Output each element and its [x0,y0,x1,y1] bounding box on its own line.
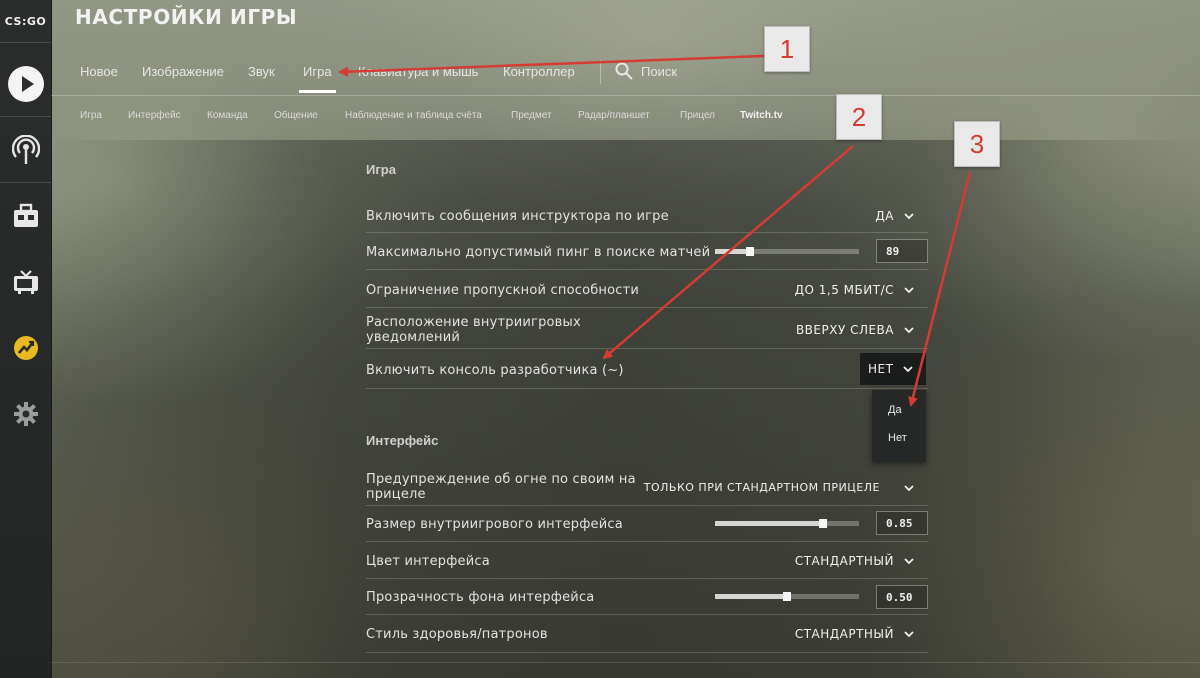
dropdown-value-text: ДА [875,209,894,223]
annotation-badge-2: 2 [836,94,882,140]
setting-label: Стиль здоровья/патронов [366,627,548,642]
tv-icon[interactable] [0,266,51,298]
chevron-down-icon [904,287,914,294]
chevron-down-icon [903,366,914,373]
setting-row[interactable]: Включить сообщения инструктора по игре Д… [366,200,928,233]
settings-gear-icon[interactable] [0,398,51,430]
search-button[interactable]: Поиск [615,62,677,80]
stats-icon[interactable] [0,332,51,364]
dropdown-value[interactable]: ВВЕРХУ СЛЕВА [796,323,914,337]
chevron-down-icon [904,327,914,334]
setting-label: Ограничение пропускной способности [366,283,640,298]
sidebar-divider [0,42,51,43]
setting-label: Максимально допустимый пинг в поиске мат… [366,245,711,260]
play-icon[interactable] [0,63,51,105]
search-label: Поиск [641,63,678,79]
subtab-spectator-scoreboard[interactable]: Наблюдение и таблица счёта [345,110,482,121]
dropdown-value-text: СТАНДАРТНЫЙ [794,554,894,568]
subtab-radar[interactable]: Радар/планшет [578,110,650,121]
row-divider [366,652,928,653]
chevron-down-icon [904,213,914,220]
nav-separator [600,60,601,84]
slider-knob[interactable] [819,519,827,528]
setting-row[interactable]: Предупреждение об огне по своим на прице… [366,467,928,506]
dropdown-value[interactable]: СТАНДАРТНЫЙ [795,554,914,568]
hud-scale-slider[interactable] [715,519,859,528]
setting-row: Размер внутриигрового интерфейса 0.85 [366,506,928,542]
slider-knob[interactable] [783,592,791,601]
annotation-badge-3: 3 [954,121,1000,167]
setting-label: Расположение внутриигровых уведомлений [366,315,581,345]
tab-video[interactable]: Изображение [142,64,224,79]
setting-row: Максимально допустимый пинг в поиске мат… [366,233,928,270]
subtab-crosshair[interactable]: Прицел [680,110,715,121]
hud-alpha-value-input[interactable]: 0.50 [876,585,928,609]
setting-label: Предупреждение об огне по своим на прице… [366,472,636,502]
chevron-down-icon [904,484,914,491]
setting-row[interactable]: Расположение внутриигровых уведомлений В… [366,308,928,349]
dropdown-value-text: ДО 1,5 МБИТ/С [794,283,894,297]
setting-label: Прозрачность фона интерфейса [366,590,595,605]
hud-alpha-slider[interactable] [715,592,859,601]
setting-row[interactable]: Цвет интерфейса СТАНДАРТНЫЙ [366,542,928,579]
hud-scale-value-input[interactable]: 0.85 [876,511,928,535]
subtab-twitch[interactable]: Twitch.tv [740,110,783,121]
subtab-game[interactable]: Игра [80,110,102,121]
tab-new[interactable]: Новое [80,64,118,79]
row-divider [366,388,928,389]
sidebar-divider [0,116,51,117]
setting-label: Включить консоль разработчика (~) [366,363,624,378]
subtab-item[interactable]: Предмет [511,110,552,121]
inventory-icon[interactable] [0,200,51,232]
broadcast-icon[interactable] [0,134,51,166]
dropdown-value-text: НЕТ [868,362,894,376]
section-title-interface: Интерфейс [366,433,439,448]
dropdown-value[interactable]: СТАНДАРТНЫЙ [795,627,914,641]
slider-knob[interactable] [745,247,754,256]
dropdown-value-text: ТОЛЬКО ПРИ СТАНДАРТНОМ ПРИЦЕЛЕ [643,481,880,494]
dropdown-option-yes[interactable]: Да [888,404,902,416]
tab-keyboard-mouse[interactable]: Клавиатура и мышь [358,64,478,79]
ping-slider[interactable] [715,247,859,256]
chevron-down-icon [904,631,914,638]
sidebar-divider [0,182,51,183]
footer-divider [51,662,1200,663]
setting-label: Цвет интерфейса [366,554,490,569]
developer-console-dropdown[interactable]: НЕТ [860,353,926,385]
tab-controller[interactable]: Контроллер [503,64,575,79]
csgo-logo[interactable]: CS:GO [0,0,51,42]
tab-game[interactable]: Игра [299,64,336,93]
annotation-badge-1: 1 [764,26,810,72]
search-icon [615,62,633,80]
left-sidebar: CS:GO [0,0,52,678]
dropdown-option-no[interactable]: Нет [888,432,907,444]
setting-row[interactable]: Стиль здоровья/патронов СТАНДАРТНЫЙ [366,615,928,653]
page-title: НАСТРОЙКИ ИГРЫ [75,5,298,29]
tab-audio[interactable]: Звук [248,64,275,79]
dropdown-value[interactable]: ДА [875,209,914,223]
slider-fill [715,521,823,526]
setting-label: Включить сообщения инструктора по игре [366,209,669,224]
dropdown-value[interactable]: ТОЛЬКО ПРИ СТАНДАРТНОМ ПРИЦЕЛЕ [644,481,914,494]
slider-fill [715,249,750,254]
dropdown-value-text: СТАНДАРТНЫЙ [794,627,894,641]
subtab-interface[interactable]: Интерфейс [128,110,181,121]
dropdown-menu: Да Нет [872,390,926,462]
chevron-down-icon [904,558,914,565]
dropdown-value-text: ВВЕРХУ СЛЕВА [795,323,894,337]
header-divider [51,95,1200,96]
setting-row: Включить консоль разработчика (~) [366,349,928,389]
subtab-communication[interactable]: Общение [274,110,318,121]
slider-fill [715,594,787,599]
setting-label: Размер внутриигрового интерфейса [366,517,623,532]
section-title-game: Игра [366,162,396,177]
setting-row: Прозрачность фона интерфейса 0.50 [366,579,928,615]
subtab-team[interactable]: Команда [207,110,248,121]
ping-value-input[interactable]: 89 [876,239,928,263]
setting-row[interactable]: Ограничение пропускной способности ДО 1,… [366,270,928,308]
dropdown-value[interactable]: ДО 1,5 МБИТ/С [795,283,914,297]
